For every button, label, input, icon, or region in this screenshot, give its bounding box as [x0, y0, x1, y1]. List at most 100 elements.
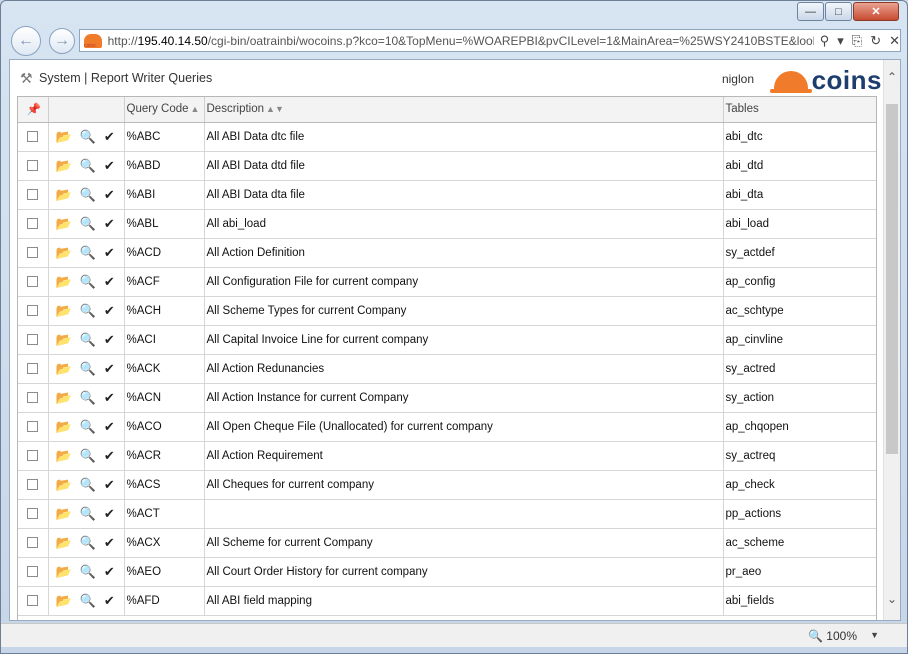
open-folder-icon[interactable]: 📂: [56, 304, 72, 317]
address-bar[interactable]: http://195.40.14.50/cgi-bin/oatrainbi/wo…: [79, 29, 901, 52]
view-query-icon[interactable]: 🔍: [80, 333, 96, 346]
view-query-icon[interactable]: 🔍: [80, 420, 96, 433]
table-row[interactable]: 📂 🔍 ✔ %ACS All Cheques for current company ap…: [18, 470, 876, 500]
select-check-icon[interactable]: ✔: [104, 507, 115, 520]
view-query-icon[interactable]: 🔍: [80, 391, 96, 404]
view-query-icon[interactable]: 🔍: [80, 130, 96, 143]
open-folder-icon[interactable]: 📂: [56, 594, 72, 607]
table-row[interactable]: 📂 🔍 ✔ %AEO All Court Order History for curre…: [18, 557, 876, 587]
row-checkbox[interactable]: [27, 362, 39, 374]
view-query-icon[interactable]: 🔍: [80, 188, 96, 201]
view-query-icon[interactable]: 🔍: [80, 478, 96, 491]
open-folder-icon[interactable]: 📂: [56, 420, 72, 433]
open-folder-icon[interactable]: 📂: [56, 246, 72, 259]
open-folder-icon[interactable]: 📂: [56, 275, 72, 288]
select-check-icon[interactable]: ✔: [104, 275, 115, 288]
table-row[interactable]: 📂 🔍 ✔ %ACH All Scheme Types for current Comp…: [18, 296, 876, 326]
pin-icon[interactable]: 📌: [27, 104, 41, 116]
search-icon[interactable]: ⚲: [820, 33, 830, 49]
view-query-icon[interactable]: 🔍: [80, 304, 96, 317]
view-query-icon[interactable]: 🔍: [80, 507, 96, 520]
select-check-icon[interactable]: ✔: [104, 159, 115, 172]
table-row[interactable]: 📂 🔍 ✔ %ACO All Open Cheque File (Unallocated…: [18, 412, 876, 442]
zoom-dropdown-icon[interactable]: ▼: [870, 630, 879, 640]
select-check-icon[interactable]: ✔: [104, 565, 115, 578]
select-check-icon[interactable]: ✔: [104, 246, 115, 259]
open-folder-icon[interactable]: 📂: [56, 188, 72, 201]
view-query-icon[interactable]: 🔍: [80, 594, 96, 607]
row-checkbox[interactable]: [27, 420, 39, 432]
table-row[interactable]: 📂 🔍 ✔ %ACX All Scheme for current Company ac_…: [18, 528, 876, 558]
select-check-icon[interactable]: ✔: [104, 130, 115, 143]
scroll-up-icon[interactable]: ⌃: [887, 70, 897, 84]
open-folder-icon[interactable]: 📂: [56, 333, 72, 346]
view-query-icon[interactable]: 🔍: [80, 217, 96, 230]
query-code-header[interactable]: Query Code ▲: [124, 97, 205, 123]
table-row[interactable]: 📂 🔍 ✔ %ACD All Action Definition sy_actdef: [18, 238, 876, 268]
view-query-icon[interactable]: 🔍: [80, 159, 96, 172]
dropdown-icon[interactable]: ▾: [837, 33, 844, 49]
tables-header[interactable]: Tables: [723, 97, 876, 123]
table-row[interactable]: 📂 🔍 ✔ %ABC All ABI Data dtc file abi_dtc: [18, 122, 876, 152]
vertical-scrollbar[interactable]: ⌃ ⌄: [883, 60, 900, 620]
pin-column-header[interactable]: 📌: [18, 97, 49, 123]
open-folder-icon[interactable]: 📂: [56, 159, 72, 172]
view-query-icon[interactable]: 🔍: [80, 246, 96, 259]
select-check-icon[interactable]: ✔: [104, 333, 115, 346]
scrollbar-thumb[interactable]: [886, 104, 898, 454]
view-query-icon[interactable]: 🔍: [80, 565, 96, 578]
row-checkbox[interactable]: [27, 507, 39, 519]
zoom-level[interactable]: 🔍 100%: [808, 629, 857, 643]
row-checkbox[interactable]: [27, 304, 39, 316]
select-check-icon[interactable]: ✔: [104, 188, 115, 201]
open-folder-icon[interactable]: 📂: [56, 391, 72, 404]
compat-view-icon[interactable]: ⎘: [852, 33, 862, 49]
row-checkbox[interactable]: [27, 217, 39, 229]
minimize-button[interactable]: —: [797, 2, 824, 21]
select-check-icon[interactable]: ✔: [104, 420, 115, 433]
select-check-icon[interactable]: ✔: [104, 391, 115, 404]
maximize-button[interactable]: □: [825, 2, 852, 21]
row-checkbox[interactable]: [27, 159, 39, 171]
view-query-icon[interactable]: 🔍: [80, 449, 96, 462]
close-window-button[interactable]: ✕: [853, 2, 899, 21]
table-row[interactable]: 📂 🔍 ✔ %ACK All Action Redunancies sy_actred: [18, 354, 876, 384]
description-header[interactable]: Description ▲▼: [204, 97, 724, 123]
scroll-down-icon[interactable]: ⌄: [887, 592, 897, 606]
select-check-icon[interactable]: ✔: [104, 304, 115, 317]
row-checkbox[interactable]: [27, 565, 39, 577]
select-check-icon[interactable]: ✔: [104, 478, 115, 491]
refresh-icon[interactable]: ↻: [870, 33, 881, 49]
back-button[interactable]: ←: [11, 26, 41, 56]
row-checkbox[interactable]: [27, 275, 39, 287]
open-folder-icon[interactable]: 📂: [56, 478, 72, 491]
row-checkbox[interactable]: [27, 130, 39, 142]
row-checkbox[interactable]: [27, 536, 39, 548]
open-folder-icon[interactable]: 📂: [56, 536, 72, 549]
table-row[interactable]: 📂 🔍 ✔ %ACN All Action Instance for current C…: [18, 383, 876, 413]
open-folder-icon[interactable]: 📂: [56, 507, 72, 520]
row-checkbox[interactable]: [27, 449, 39, 461]
table-row[interactable]: 📂 🔍 ✔ %ACR All Action Requirement sy_actreq: [18, 441, 876, 471]
row-checkbox[interactable]: [27, 333, 39, 345]
table-row[interactable]: 📂 🔍 ✔ %ACF All Configuration File for curren…: [18, 267, 876, 297]
row-checkbox[interactable]: [27, 391, 39, 403]
view-query-icon[interactable]: 🔍: [80, 536, 96, 549]
select-check-icon[interactable]: ✔: [104, 217, 115, 230]
open-folder-icon[interactable]: 📂: [56, 449, 72, 462]
row-checkbox[interactable]: [27, 246, 39, 258]
table-row[interactable]: 📂 🔍 ✔ %ABI All ABI Data dta file abi_dta: [18, 180, 876, 210]
url-text[interactable]: http://195.40.14.50/cgi-bin/oatrainbi/wo…: [108, 34, 814, 48]
open-folder-icon[interactable]: 📂: [56, 130, 72, 143]
open-folder-icon[interactable]: 📂: [56, 217, 72, 230]
view-query-icon[interactable]: 🔍: [80, 362, 96, 375]
row-checkbox[interactable]: [27, 188, 39, 200]
open-folder-icon[interactable]: 📂: [56, 565, 72, 578]
table-row[interactable]: 📂 🔍 ✔ %ACI All Capital Invoice Line for curr…: [18, 325, 876, 355]
open-folder-icon[interactable]: 📂: [56, 362, 72, 375]
table-row[interactable]: 📂 🔍 ✔ %ABL All abi_load abi_load: [18, 209, 876, 239]
row-checkbox[interactable]: [27, 478, 39, 490]
view-query-icon[interactable]: 🔍: [80, 275, 96, 288]
select-check-icon[interactable]: ✔: [104, 536, 115, 549]
table-row[interactable]: 📂 🔍 ✔ %AFD All ABI field mapping abi_fields: [18, 586, 876, 616]
